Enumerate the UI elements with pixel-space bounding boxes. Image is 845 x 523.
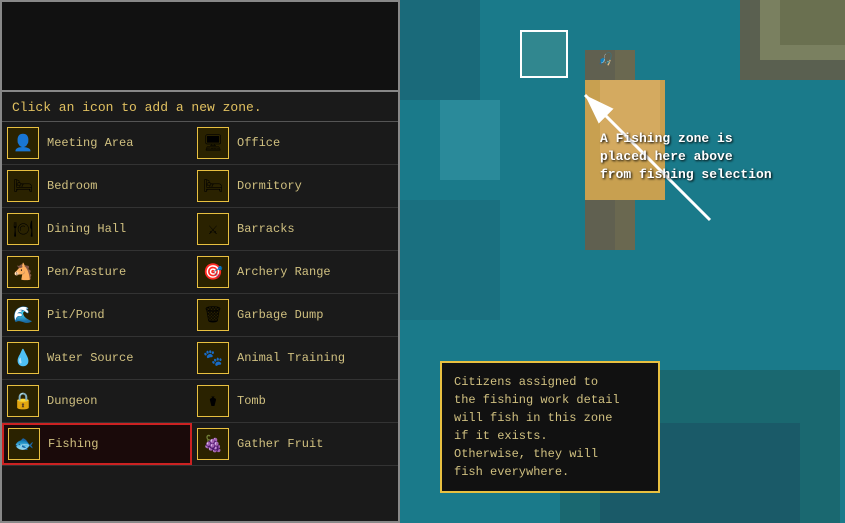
zone-item-animal-training[interactable]: 🐾 Animal Training xyxy=(192,337,382,379)
pen-pasture-label: Pen/Pasture xyxy=(47,265,126,279)
meeting-area-label: Meeting Area xyxy=(47,136,133,150)
game-map-panel: 🎣 A Fishing zone is placed here above fr… xyxy=(400,0,845,523)
zone-item-pen-pasture[interactable]: 🐴 Pen/Pasture xyxy=(2,251,192,293)
zone-item-gather-fruit[interactable]: 🍇 Gather Fruit xyxy=(192,423,382,465)
annotation-line1: A Fishing zone is xyxy=(600,130,772,148)
gather-fruit-label: Gather Fruit xyxy=(237,437,323,451)
zone-row-2: 🛏 Bedroom 🛏 Dormitory xyxy=(2,165,398,208)
zone-item-office[interactable]: 🖥 Office xyxy=(192,122,382,164)
instruction-text: Click an icon to add a new zone. xyxy=(2,92,398,122)
annotation-line2: placed here above xyxy=(600,148,772,166)
water-source-icon: 💧 xyxy=(7,342,39,374)
zone-item-fishing[interactable]: 🐟 Fishing xyxy=(2,423,192,465)
zone-item-pit-pond[interactable]: 🌊 Pit/Pond xyxy=(2,294,192,336)
zone-item-dormitory[interactable]: 🛏 Dormitory xyxy=(192,165,382,207)
zone-indicator: 🎣 xyxy=(598,52,613,67)
barracks-label: Barracks xyxy=(237,222,295,236)
fishing-label: Fishing xyxy=(48,437,98,451)
zone-item-meeting-area[interactable]: 👤 Meeting Area xyxy=(2,122,192,164)
zone-item-dungeon[interactable]: 🔒 Dungeon xyxy=(2,380,192,422)
annotation-line3: from fishing selection xyxy=(600,166,772,184)
pen-pasture-icon: 🐴 xyxy=(7,256,39,288)
dungeon-label: Dungeon xyxy=(47,394,97,408)
pit-pond-icon: 🌊 xyxy=(7,299,39,331)
tomb-label: Tomb xyxy=(237,394,266,408)
zone-item-barracks[interactable]: ⚔ Barracks xyxy=(192,208,382,250)
zone-row-3: 🍽 Dining Hall ⚔ Barracks xyxy=(2,208,398,251)
archery-range-label: Archery Range xyxy=(237,265,331,279)
animal-training-icon: 🐾 xyxy=(197,342,229,374)
dormitory-icon: 🛏 xyxy=(197,170,229,202)
dining-hall-icon: 🍽 xyxy=(7,213,39,245)
dormitory-label: Dormitory xyxy=(237,179,302,193)
office-label: Office xyxy=(237,136,280,150)
animal-training-label: Animal Training xyxy=(237,351,345,365)
zone-row-1: 👤 Meeting Area 🖥 Office xyxy=(2,122,398,165)
land-stone-top xyxy=(780,0,845,45)
gather-fruit-icon: 🍇 xyxy=(197,428,229,460)
garbage-dump-icon: 🗑 xyxy=(197,299,229,331)
dungeon-icon: 🔒 xyxy=(7,385,39,417)
water-source-label: Water Source xyxy=(47,351,133,365)
water-dark-1 xyxy=(400,0,480,100)
water-light-1 xyxy=(440,100,500,180)
zone-row-5: 🌊 Pit/Pond 🗑 Garbage Dump xyxy=(2,294,398,337)
top-preview-area xyxy=(2,2,398,92)
zone-item-water-source[interactable]: 💧 Water Source xyxy=(2,337,192,379)
water-mid-1 xyxy=(400,200,500,320)
zone-item-dining-hall[interactable]: 🍽 Dining Hall xyxy=(2,208,192,250)
zone-row-4: 🐴 Pen/Pasture 🎯 Archery Range xyxy=(2,251,398,294)
office-icon: 🖥 xyxy=(197,127,229,159)
zone-item-bedroom[interactable]: 🛏 Bedroom xyxy=(2,165,192,207)
garbage-dump-label: Garbage Dump xyxy=(237,308,323,322)
zone-list: 👤 Meeting Area 🖥 Office 🛏 Bedroom 🛏 Dorm… xyxy=(2,122,398,521)
zone-row-8: 🐟 Fishing 🍇 Gather Fruit xyxy=(2,423,398,466)
info-box-text: Citizens assigned to the fishing work de… xyxy=(454,373,646,481)
meeting-area-icon: 👤 xyxy=(7,127,39,159)
zone-item-tomb[interactable]: ⚱ Tomb xyxy=(192,380,382,422)
zone-selection-panel: Click an icon to add a new zone. 👤 Meeti… xyxy=(0,0,400,523)
zone-item-garbage-dump[interactable]: 🗑 Garbage Dump xyxy=(192,294,382,336)
fishing-icon: 🐟 xyxy=(8,428,40,460)
info-tooltip-box: Citizens assigned to the fishing work de… xyxy=(440,361,660,493)
bedroom-label: Bedroom xyxy=(47,179,97,193)
zone-row-7: 🔒 Dungeon ⚱ Tomb xyxy=(2,380,398,423)
pit-pond-label: Pit/Pond xyxy=(47,308,105,322)
archery-range-icon: 🎯 xyxy=(197,256,229,288)
fishing-zone-marker xyxy=(520,30,568,78)
zone-row-6: 💧 Water Source 🐾 Animal Training xyxy=(2,337,398,380)
bedroom-icon: 🛏 xyxy=(7,170,39,202)
dining-hall-label: Dining Hall xyxy=(47,222,126,236)
barracks-icon: ⚔ xyxy=(197,213,229,245)
zone-item-archery-range[interactable]: 🎯 Archery Range xyxy=(192,251,382,293)
tomb-icon: ⚱ xyxy=(197,385,229,417)
annotation-text: A Fishing zone is placed here above from… xyxy=(600,130,772,185)
